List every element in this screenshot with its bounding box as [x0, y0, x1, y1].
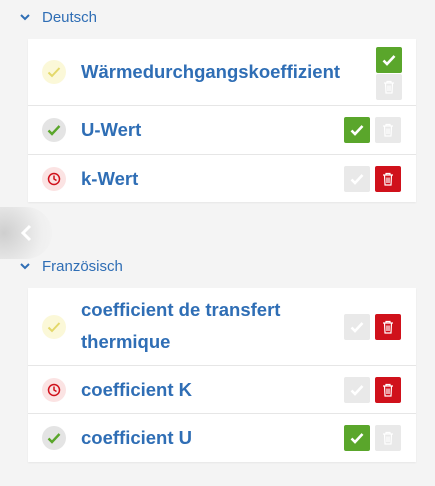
delete-button[interactable] — [376, 74, 402, 100]
approve-button[interactable] — [344, 166, 370, 192]
delete-button[interactable] — [375, 314, 401, 340]
delete-button[interactable] — [375, 377, 401, 403]
term-row: coefficient de transfert thermique — [28, 288, 416, 365]
term-label[interactable]: coefficient U — [81, 422, 192, 454]
clock-icon — [42, 377, 66, 402]
check-icon — [350, 385, 364, 396]
term-row: coefficient K — [28, 365, 416, 413]
term-label-line-2: thermique — [81, 331, 171, 352]
trash-icon — [383, 123, 393, 137]
clock-icon — [42, 166, 66, 191]
approve-button[interactable] — [344, 377, 370, 403]
section-title: Französisch — [42, 258, 123, 275]
chevron-left-icon — [20, 224, 32, 242]
term-row: U-Wert — [28, 105, 416, 154]
term-label[interactable]: U-Wert — [81, 114, 141, 146]
approve-button[interactable] — [344, 425, 370, 451]
approve-button[interactable] — [376, 47, 402, 73]
trash-icon — [383, 320, 393, 334]
term-label-line-1: coefficient de transfert — [81, 299, 281, 320]
term-label[interactable]: coefficient de transfert thermique — [81, 294, 280, 358]
term-row: k-Wert — [28, 154, 416, 202]
trash-icon — [384, 80, 394, 94]
approve-button[interactable] — [344, 117, 370, 143]
delete-button[interactable] — [375, 117, 401, 143]
section-header-franzoesisch[interactable]: Französisch — [18, 258, 123, 275]
approve-button[interactable] — [344, 314, 370, 340]
section-title: Deutsch — [42, 9, 98, 26]
trash-icon — [383, 383, 393, 397]
check-outline-icon — [42, 60, 66, 84]
check-icon — [350, 433, 364, 444]
term-label[interactable]: Wärmedurchgangskoeffizient — [81, 56, 340, 88]
chevron-down-icon — [18, 260, 32, 274]
check-icon — [42, 118, 66, 142]
term-card-franzoesisch: coefficient de transfert thermique coeff… — [28, 288, 416, 462]
chevron-down-icon — [18, 11, 32, 25]
term-label[interactable]: k-Wert — [81, 163, 138, 195]
trash-icon — [383, 172, 393, 186]
check-icon — [42, 426, 66, 450]
check-icon — [382, 55, 396, 66]
term-label[interactable]: coefficient K — [81, 374, 192, 406]
check-icon — [350, 322, 364, 333]
trash-icon — [383, 431, 393, 445]
delete-button[interactable] — [375, 425, 401, 451]
collapse-panel-button[interactable] — [0, 207, 52, 259]
term-row: coefficient U — [28, 413, 416, 462]
check-outline-icon — [42, 314, 66, 339]
check-icon — [350, 174, 364, 185]
check-icon — [350, 125, 364, 136]
term-card-deutsch: Wärmedurchgangskoeffizient U-Wert k-Wert — [28, 39, 416, 202]
section-header-deutsch[interactable]: Deutsch — [18, 9, 97, 26]
term-row: Wärmedurchgangskoeffizient — [28, 39, 416, 105]
delete-button[interactable] — [375, 166, 401, 192]
